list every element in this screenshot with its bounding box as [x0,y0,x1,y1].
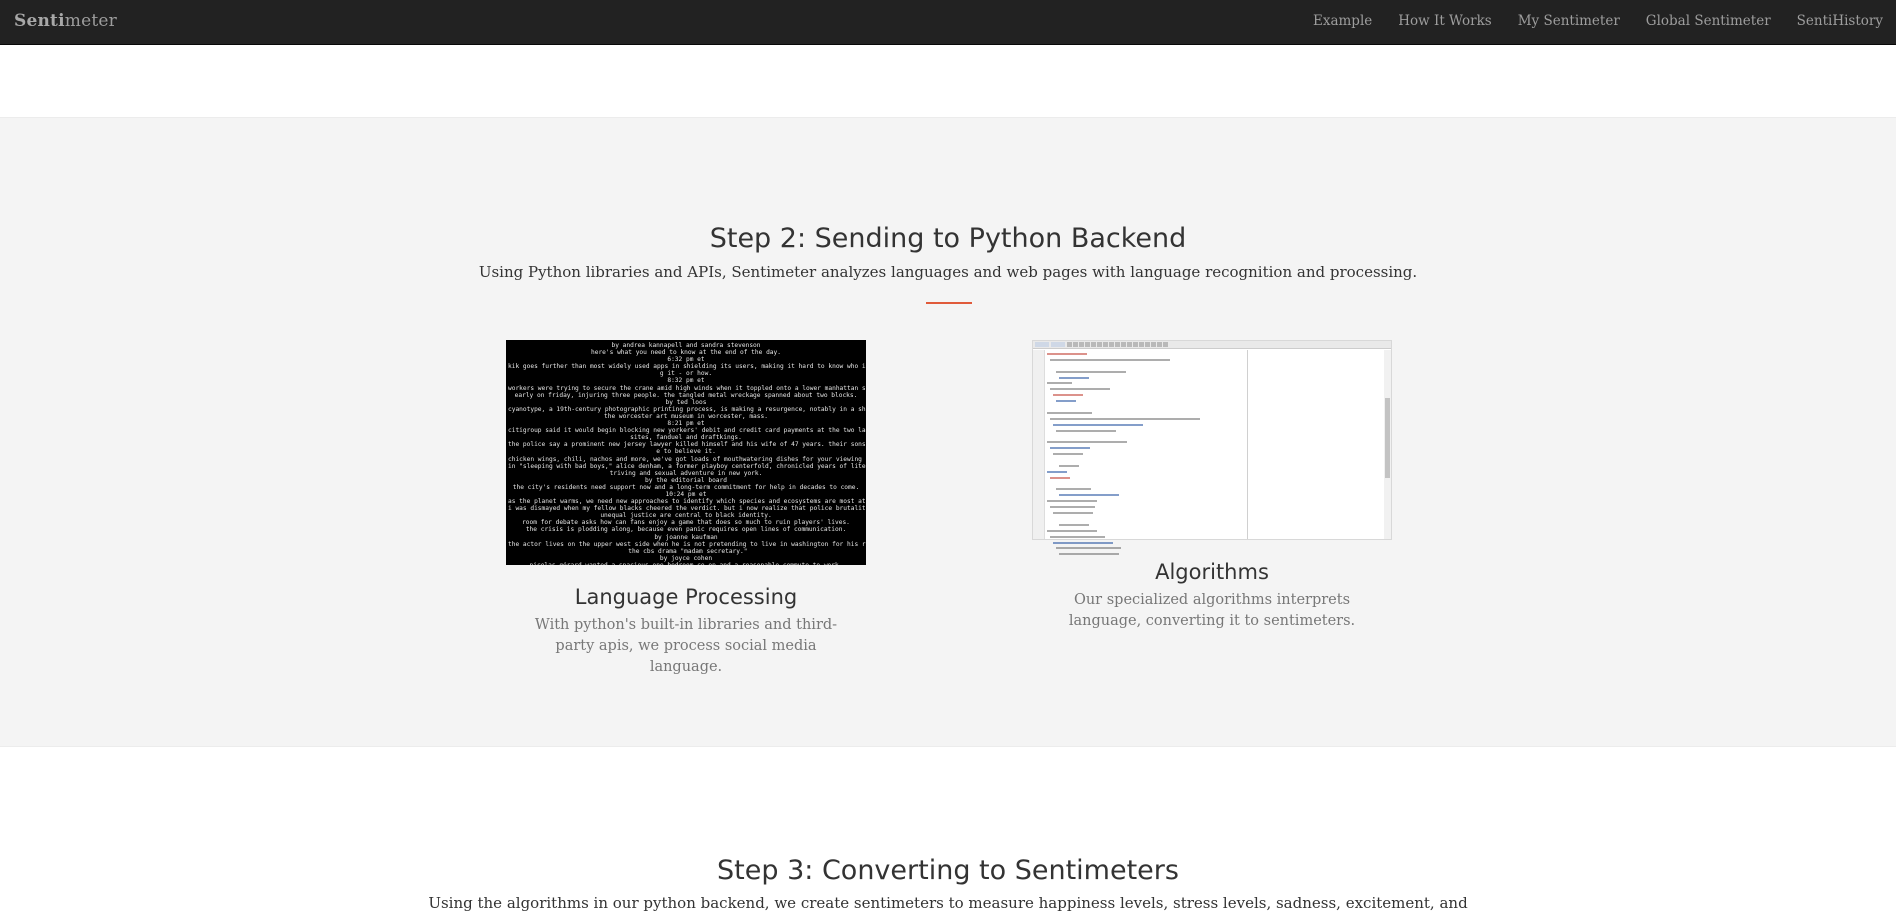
card-algorithms: Algorithms Our specialized algorithms in… [1032,340,1392,632]
section-divider [926,302,972,304]
nav-item-sentihistory[interactable]: SentiHistory [1784,0,1896,43]
navbar: Sentimeter Example How It Works My Senti… [0,0,1896,45]
code-editor-screenshot [1032,340,1392,556]
brand-logo[interactable]: Sentimeter [14,11,117,31]
terminal-screenshot: by andrea kannapell and sandra stevenson… [506,340,866,565]
editor-code [1047,351,1247,557]
step2-section: Step 2: Sending to Python Backend Using … [0,117,1896,747]
editor-gutter [1033,350,1045,539]
step3-section: Step 3: Converting to Sentimeters Using … [0,747,1896,922]
editor-scrollbar [1384,350,1391,539]
card-title: Language Processing [574,585,798,609]
card-title: Algorithms [1155,560,1269,584]
card-text: Our specialized algorithms interprets la… [1068,592,1356,629]
code-line [1047,551,1247,557]
step3-subtitle: Using the algorithms in our python backe… [428,894,1468,912]
nav-item-example[interactable]: Example [1300,0,1385,43]
card-language-processing: by andrea kannapell and sandra stevenson… [506,340,866,678]
card-text: With python's built-in libraries and thi… [534,617,838,675]
step2-title: Step 2: Sending to Python Backend [709,223,1187,254]
step3-title: Step 3: Converting to Sentimeters [717,855,1179,886]
editor-toolbar [1033,341,1391,349]
nav-item-my-sentimeter[interactable]: My Sentimeter [1505,0,1633,43]
nav-item-how-it-works[interactable]: How It Works [1385,0,1504,43]
editor-split [1247,350,1248,539]
nav-item-global-sentimeter[interactable]: Global Sentimeter [1633,0,1784,43]
nav-menu: Example How It Works My Sentimeter Globa… [1300,0,1896,45]
step2-subtitle: Using Python libraries and APIs, Sentime… [478,263,1418,281]
section-previous-end [0,45,1896,117]
